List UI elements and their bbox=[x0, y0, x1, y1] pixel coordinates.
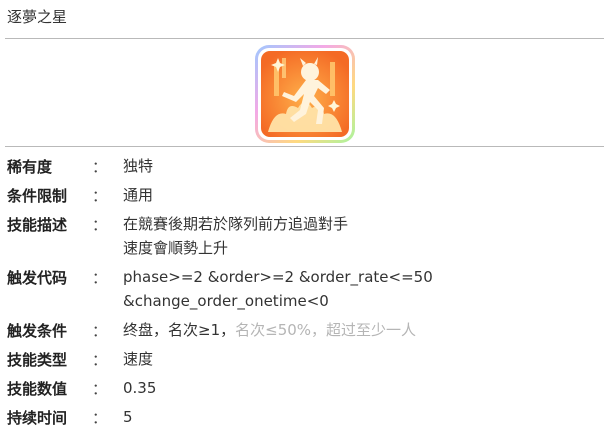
colon: ： bbox=[92, 351, 108, 369]
value-trigger-condition-part2: 名次≤50%，超过至少一人 bbox=[235, 321, 417, 339]
label-rarity: 稀有度 bbox=[7, 158, 53, 176]
value-skill-description-line2: 速度會順勢上升 bbox=[123, 239, 229, 257]
title-divider bbox=[5, 38, 604, 39]
value-skill-description-line1: 在競賽後期若於隊列前方追過對手 bbox=[123, 215, 349, 233]
value-trigger-condition-part1: 终盘，名次≥1， bbox=[123, 321, 236, 339]
value-skill-value: 0.35 bbox=[123, 379, 157, 397]
colon: ： bbox=[92, 187, 108, 205]
value-duration: 5 bbox=[123, 408, 133, 426]
label-trigger-code: 触发代码 bbox=[7, 269, 68, 287]
skill-speed-runner-icon bbox=[254, 44, 356, 144]
colon: ： bbox=[92, 216, 108, 234]
colon: ： bbox=[92, 158, 108, 176]
label-duration: 持续时间 bbox=[7, 409, 68, 427]
colon: ： bbox=[92, 409, 108, 427]
label-skill-description: 技能描述 bbox=[7, 216, 68, 234]
value-skill-type: 速度 bbox=[123, 350, 154, 368]
value-condition-limit: 通用 bbox=[123, 186, 154, 204]
label-skill-value: 技能数值 bbox=[7, 380, 68, 398]
label-condition-limit: 条件限制 bbox=[7, 187, 68, 205]
label-trigger-condition: 触发条件 bbox=[7, 322, 68, 340]
value-rarity: 独特 bbox=[123, 157, 154, 175]
icon-divider bbox=[5, 146, 604, 147]
colon: ： bbox=[92, 322, 108, 340]
value-trigger-condition: 终盘，名次≥1，名次≤50%，超过至少一人 bbox=[123, 319, 416, 342]
page-title: 逐夢之星 bbox=[7, 8, 68, 26]
value-trigger-code-line2: &change_order_onetime<0 bbox=[123, 292, 329, 310]
colon: ： bbox=[92, 269, 108, 287]
value-trigger-code-line1: phase>=2 &order>=2 &order_rate<=50 bbox=[123, 268, 433, 286]
label-skill-type: 技能类型 bbox=[7, 351, 68, 369]
colon: ： bbox=[92, 380, 108, 398]
